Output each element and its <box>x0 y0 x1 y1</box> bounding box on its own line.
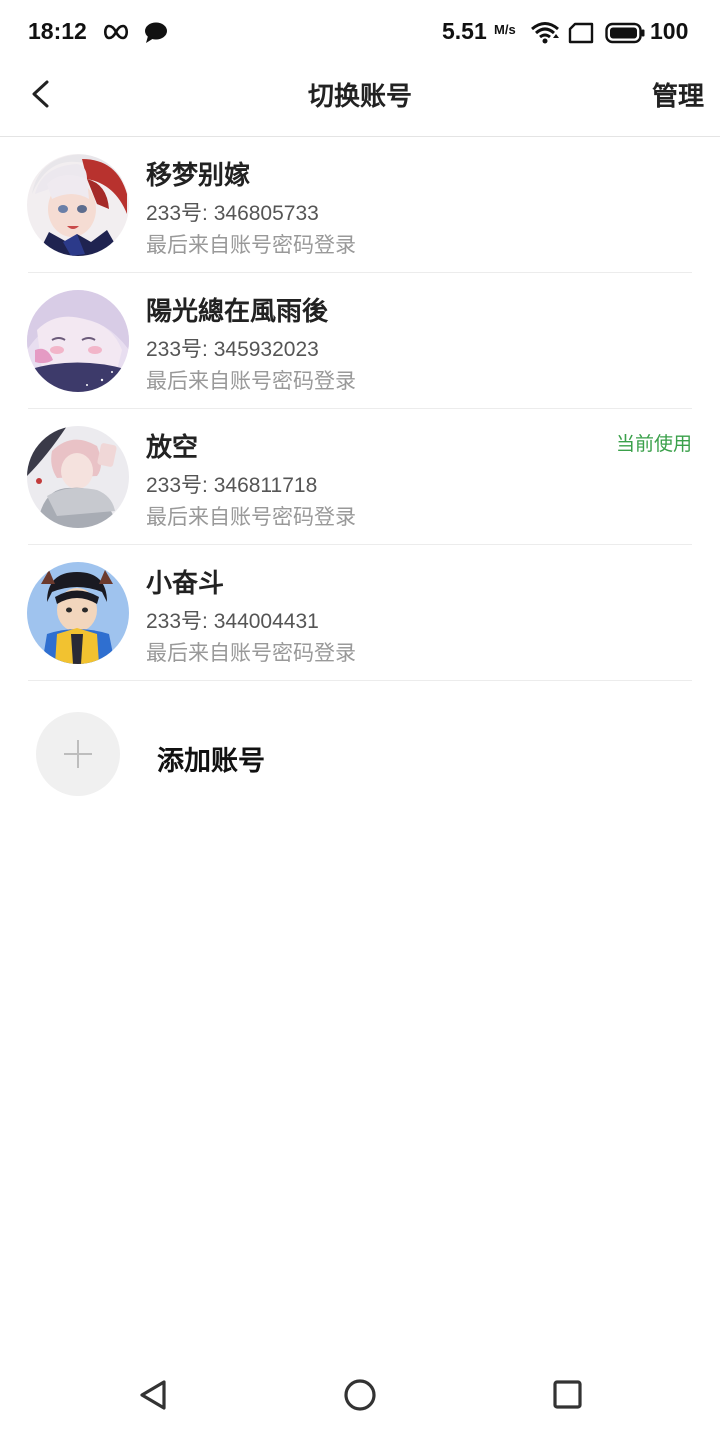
login-method: 最后来自账号密码登录 <box>146 641 356 665</box>
login-method: 最后来自账号密码登录 <box>146 369 356 393</box>
plus-icon <box>36 712 120 796</box>
network-speed: 5.51 <box>442 18 487 44</box>
account-name: 陽光總在風雨後 <box>146 297 329 327</box>
current-account-badge: 当前使用 <box>615 433 692 455</box>
account-row[interactable]: 小奋斗 233号: 344004431 最后来自账号密码登录 <box>0 545 720 681</box>
avatar <box>27 290 129 392</box>
system-nav-bar <box>0 1350 720 1440</box>
account-name: 移梦别嫁 <box>146 161 251 191</box>
infinity-icon <box>101 22 131 46</box>
add-account-button[interactable]: 添加账号 <box>0 685 720 821</box>
divider <box>28 680 692 681</box>
manage-button[interactable]: 管理 <box>652 76 704 113</box>
chat-bubble-icon <box>143 21 169 49</box>
account-name: 小奋斗 <box>146 569 225 599</box>
wifi-icon <box>530 20 560 50</box>
page-title: 切换账号 <box>307 82 412 112</box>
avatar <box>27 426 129 528</box>
login-method: 最后来自账号密码登录 <box>146 505 356 529</box>
account-row[interactable]: 移梦别嫁 233号: 346805733 最后来自账号密码登录 <box>0 137 720 273</box>
account-row[interactable]: 放空 233号: 346811718 最后来自账号密码登录 当前使用 <box>0 409 720 545</box>
account-row[interactable]: 陽光總在風雨後 233号: 345932023 最后来自账号密码登录 <box>0 273 720 409</box>
app-header: 切换账号 管理 <box>0 64 720 137</box>
recents-square-icon[interactable] <box>542 1370 592 1420</box>
back-triangle-icon[interactable] <box>128 1370 178 1420</box>
add-account-label: 添加账号 <box>157 746 265 777</box>
account-id: 233号: 344004431 <box>146 610 319 633</box>
account-id: 233号: 346811718 <box>146 474 318 497</box>
sim-card-icon <box>568 22 594 48</box>
battery-icon <box>605 22 645 48</box>
battery-percent: 100 <box>650 18 689 44</box>
home-circle-icon[interactable] <box>335 1370 385 1420</box>
avatar <box>27 562 129 664</box>
status-time: 18:12 <box>28 18 87 44</box>
account-id: 233号: 345932023 <box>146 338 319 361</box>
login-method: 最后来自账号密码登录 <box>146 233 356 257</box>
status-bar: 18:12 5.51 M/s 100 <box>0 0 720 64</box>
account-name: 放空 <box>146 433 199 463</box>
network-speed-unit: M/s <box>494 22 516 37</box>
account-list: 移梦别嫁 233号: 346805733 最后来自账号密码登录 陽光總在風雨後 … <box>0 137 720 681</box>
avatar <box>27 154 129 256</box>
account-id: 233号: 346805733 <box>146 202 319 225</box>
